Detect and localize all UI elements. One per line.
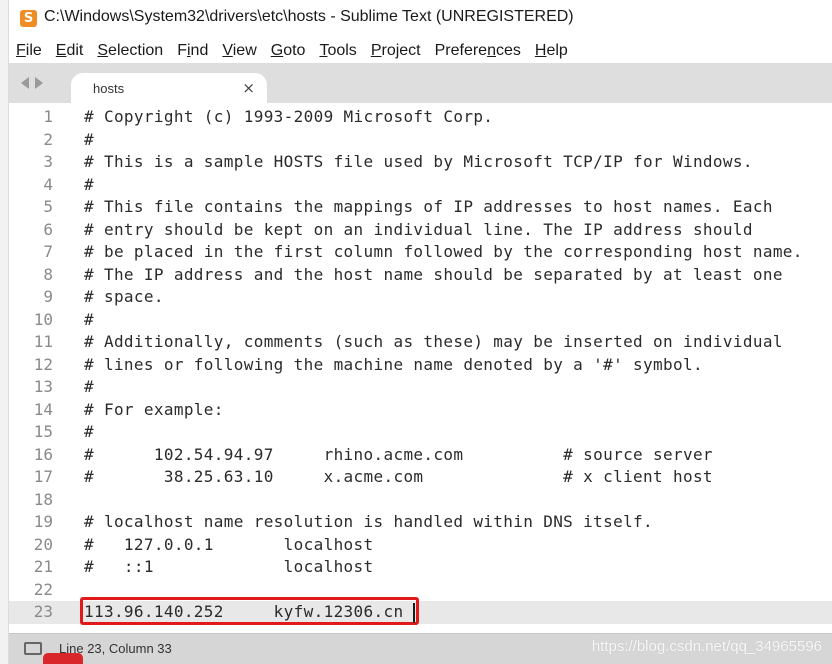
menu-item-accelerator: E <box>55 41 67 59</box>
line-number: 4 <box>43 174 53 194</box>
code-line[interactable]: # entry should be kept on an individual … <box>84 220 753 239</box>
menu-item-accelerator: F <box>16 41 26 59</box>
close-icon[interactable]: × <box>242 79 255 97</box>
menu-item-view[interactable]: View <box>222 42 256 60</box>
code-line[interactable]: # be placed in the first column followed… <box>84 242 803 261</box>
menu-item-selection[interactable]: Selection <box>97 42 163 60</box>
menu-item-project[interactable]: Project <box>371 42 421 60</box>
line-number: 3 <box>43 152 53 171</box>
menu-item-accelerator: G <box>270 41 284 59</box>
menu-item-accelerator: S <box>97 41 109 59</box>
line-number: 10 <box>33 309 53 329</box>
line-number: 21 <box>33 557 53 576</box>
code-line[interactable]: # lines or following the machine name de… <box>84 355 703 374</box>
menu-item-text: Prefere <box>434 41 488 59</box>
code-line[interactable]: # <box>84 175 94 194</box>
line-number: 19 <box>33 512 53 531</box>
menu-item-accelerator: V <box>222 41 233 59</box>
window-title: C:\Windows\System32\drivers\etc\hosts - … <box>44 8 574 25</box>
tab-navigation <box>21 75 57 91</box>
line-number: 13 <box>33 377 53 396</box>
code-line[interactable]: # 38.25.63.10 x.acme.com # x client host <box>84 467 713 486</box>
code-line[interactable]: # This file contains the mappings of IP … <box>84 197 773 216</box>
tab-hosts[interactable]: hosts × <box>71 73 267 103</box>
watermark: https://blog.csdn.net/qq_34965596 <box>591 638 822 655</box>
sublime-window: S C:\Windows\System32\drivers\etc\hosts … <box>9 0 832 664</box>
line-number: 20 <box>33 534 53 554</box>
annotation-highlight-box <box>80 597 419 625</box>
code-line[interactable]: # <box>84 310 94 329</box>
code-line[interactable]: # <box>84 377 94 396</box>
menu-item-text: iew <box>232 41 257 59</box>
line-number: 1 <box>43 107 53 126</box>
code-line[interactable]: # <box>84 422 94 441</box>
taskbar-red-mark <box>43 653 83 664</box>
background-window-edge <box>0 0 9 664</box>
menu-item-accelerator: P <box>370 41 382 59</box>
line-number: 14 <box>33 399 53 419</box>
menu-item-edit[interactable]: Edit <box>56 42 84 60</box>
line-number: 23 <box>33 602 53 621</box>
menu-item-text: elp <box>546 41 568 59</box>
code-line[interactable]: # localhost name resolution is handled w… <box>84 512 653 531</box>
line-number: 5 <box>43 197 53 216</box>
code-line[interactable]: # Copyright (c) 1993-2009 Microsoft Corp… <box>84 107 493 126</box>
line-number: 22 <box>33 579 53 599</box>
line-number: 12 <box>33 354 53 374</box>
title-bar: S C:\Windows\System32\drivers\etc\hosts … <box>9 0 832 38</box>
code-line[interactable]: # ::1 localhost <box>84 557 374 576</box>
menu-item-text: dit <box>66 41 84 59</box>
line-number-gutter: 1 2 3 4 5 6 7 8 9 10 11 12 13 14 15 16 17 18 19 20 21 22 23 <box>9 103 69 633</box>
line-number: 11 <box>33 332 53 351</box>
line-number: 16 <box>33 444 53 464</box>
tab-bar: hosts × <box>9 63 832 103</box>
menu-item-accelerator: n <box>487 41 496 59</box>
line-number: 17 <box>33 467 53 486</box>
panel-toggle-icon[interactable] <box>24 642 42 655</box>
menu-bar: File Edit Selection Find View Goto Tools Projec… <box>9 38 832 63</box>
text-editor[interactable]: 1 2 3 4 5 6 7 8 9 10 11 12 13 14 15 16 17 18 19 20 21 22 23 # … <box>9 103 832 633</box>
code-line[interactable]: # <box>84 130 94 149</box>
code-line[interactable]: # space. <box>84 287 164 306</box>
code-line[interactable]: # 127.0.0.1 localhost <box>84 535 374 554</box>
line-number: 7 <box>43 242 53 261</box>
status-bar: Line 23, Column 33 https://blog.csdn.net… <box>9 633 832 664</box>
menu-item-text: nd <box>190 41 209 59</box>
menu-item-text: ces <box>495 41 521 59</box>
tab-label: hosts <box>93 81 125 96</box>
tab-prev-arrow-icon[interactable] <box>21 77 29 89</box>
menu-item-tools[interactable]: Tools <box>319 42 356 60</box>
menu-item-find[interactable]: Find <box>177 42 208 60</box>
menu-item-goto[interactable]: Goto <box>271 42 306 60</box>
line-number: 9 <box>43 287 53 306</box>
line-number: 2 <box>43 129 53 149</box>
code-line[interactable]: # For example: <box>84 400 224 419</box>
menu-item-file[interactable]: File <box>16 42 42 60</box>
line-number: 18 <box>33 489 53 509</box>
menu-item-text: election <box>108 41 164 59</box>
tab-next-arrow-icon[interactable] <box>35 77 43 89</box>
menu-item-help[interactable]: Help <box>535 42 568 60</box>
menu-item-text: roject <box>381 41 421 59</box>
sublime-logo-icon: S <box>20 10 37 27</box>
code-line[interactable]: # Additionally, comments (such as these)… <box>84 332 783 351</box>
line-number: 8 <box>43 264 53 284</box>
text-cursor <box>413 603 415 623</box>
code-line[interactable]: # This is a sample HOSTS file used by Mi… <box>84 152 753 171</box>
code-area[interactable]: # Copyright (c) 1993-2009 Microsoft Corp… <box>84 103 832 633</box>
menu-item-preferences[interactable]: Preferences <box>435 42 521 60</box>
code-line[interactable]: # 102.54.94.97 rhino.acme.com # source s… <box>84 445 713 464</box>
line-number: 6 <box>43 219 53 239</box>
code-line[interactable]: # The IP address and the host name shoul… <box>84 265 783 284</box>
menu-item-text: oto <box>283 41 306 59</box>
menu-item-text: ile <box>25 41 42 59</box>
menu-item-text: F <box>177 41 187 59</box>
line-number: 15 <box>33 422 53 441</box>
menu-item-accelerator: H <box>534 41 547 59</box>
menu-item-text: ools <box>327 41 357 59</box>
